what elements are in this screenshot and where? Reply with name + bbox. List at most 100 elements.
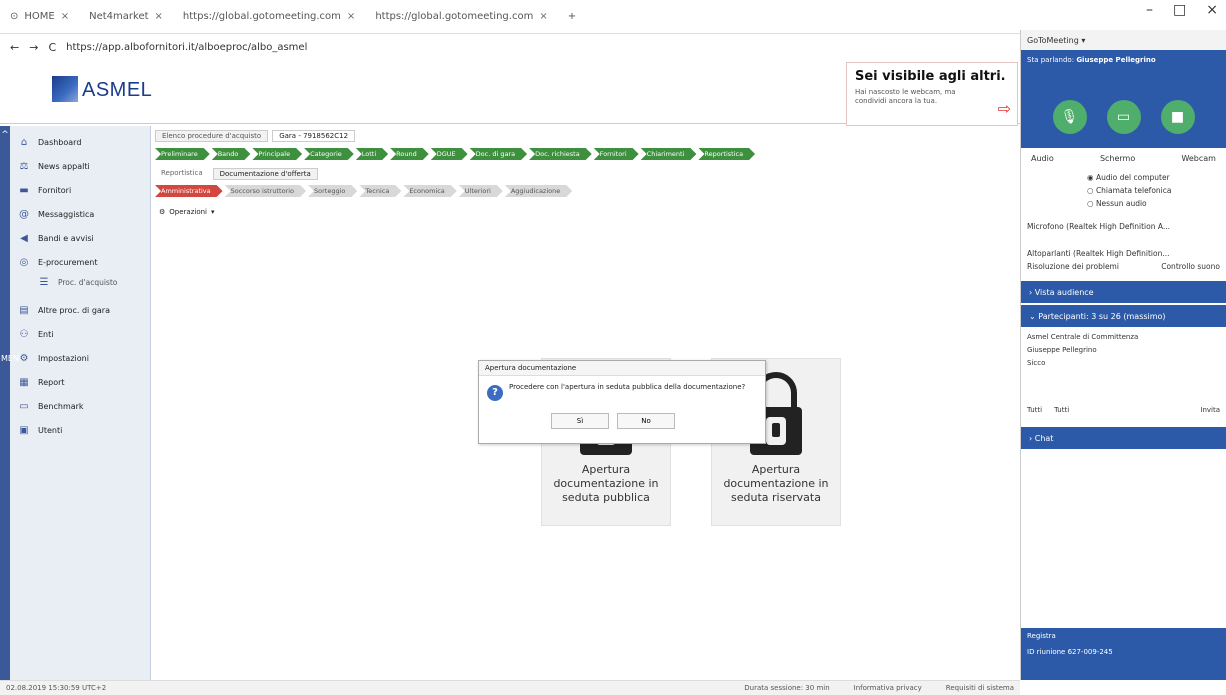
home-icon: ⌂ (20, 136, 28, 148)
filter-all[interactable]: Tutti (1027, 404, 1042, 417)
step-ulteriori[interactable]: Ulteriori (459, 185, 503, 197)
home-icon: ⊙ (10, 11, 19, 22)
record-button[interactable]: Registra (1027, 632, 1220, 640)
close-window-icon[interactable]: × (1206, 2, 1218, 18)
audio-options: ◉ Audio del computer ○ Chiamata telefoni… (1021, 169, 1226, 275)
speaking-now: Sta parlando: Giuseppe Pellegrino (1021, 50, 1226, 86)
sidebar-item-messaggistica[interactable]: @ Messaggistica (10, 204, 150, 224)
step-amministrativa[interactable]: Amministrativa (155, 185, 223, 197)
invite-button[interactable]: Invita (1200, 404, 1220, 417)
section-chat[interactable]: › Chat (1021, 427, 1226, 449)
maximize-icon[interactable]: □ (1173, 2, 1186, 18)
tab-audio[interactable]: Audio (1031, 154, 1054, 163)
yes-button[interactable]: Sì (551, 413, 609, 429)
database-icon: ▤ (19, 304, 29, 316)
sidebar-item-report[interactable]: ▦ Report (10, 372, 150, 392)
browser-tab[interactable]: https://global.gotomeeting.com × (365, 4, 557, 30)
close-icon[interactable]: × (61, 11, 69, 22)
step-tecnica[interactable]: Tecnica (359, 185, 401, 197)
sidebar-subitem-proc-acquisto[interactable]: ☰ Proc. d'acquisto (10, 272, 150, 292)
menu-strip[interactable]: ^ MENU v (0, 126, 25, 692)
close-icon[interactable]: × (539, 11, 547, 22)
browser-tab[interactable]: Net4market × (79, 4, 173, 30)
user-card-icon: ▣ (19, 424, 29, 436)
forward-icon[interactable]: → (29, 41, 38, 54)
sub-tabs: Reportistica Documentazione d'offerta (155, 168, 318, 180)
section-audience[interactable]: › Vista audience (1021, 281, 1226, 303)
step-lotti[interactable]: Lotti (356, 148, 388, 160)
microphone-select[interactable]: Microfono (Realtek High Definition A... (1027, 220, 1220, 233)
new-tab-button[interactable]: + (558, 4, 586, 30)
step-reportistica[interactable]: Reportistica (698, 148, 755, 160)
radio-computer-audio[interactable]: ◉ Audio del computer (1087, 171, 1220, 184)
sidebar-item-impostazioni[interactable]: ⚙ Impostazioni (10, 348, 150, 368)
back-icon[interactable]: ← (10, 41, 19, 54)
section-participants[interactable]: ⌄ Partecipanti: 3 su 26 (massimo) (1021, 305, 1226, 327)
operations-menu[interactable]: ⚙ Operazioni ▾ (159, 208, 215, 216)
tab-documentazione-offerta[interactable]: Documentazione d'offerta (212, 168, 318, 180)
requirements-link[interactable]: Requisiti di sistema (946, 684, 1014, 692)
confirm-dialog: Apertura documentazione ? Procedere con … (478, 360, 766, 444)
gotomeeting-panel: GoToMeeting ▾ Sta parlando: Giuseppe Pel… (1020, 30, 1226, 680)
sidebar-item-bandi[interactable]: ◀ Bandi e avvisi (10, 228, 150, 248)
list-item[interactable]: Giuseppe Pellegrino (1027, 344, 1220, 357)
step-sorteggio[interactable]: Sorteggio (308, 185, 357, 197)
microphone-icon[interactable]: 🎙 (1052, 100, 1087, 134)
troubleshoot-link[interactable]: Risoluzione dei problemi (1027, 260, 1119, 273)
question-icon: ? (487, 385, 503, 401)
step-soccorso[interactable]: Soccorso istruttorio (225, 185, 306, 197)
step-doc-richiesta[interactable]: Doc. richiesta (529, 148, 592, 160)
breadcrumb-item[interactable]: Elenco procedure d'acquisto (155, 130, 269, 142)
at-icon: @ (19, 208, 29, 220)
sound-check-link[interactable]: Controllo suono (1161, 260, 1220, 273)
webcam-icon[interactable]: ■ (1160, 100, 1195, 134)
close-icon[interactable]: × (155, 11, 163, 22)
browser-tabbar: ⊙ HOME × Net4market × https://global.gotome… (0, 0, 1020, 34)
breadcrumb-item-current[interactable]: Gara - 7918562C12 (272, 130, 356, 142)
no-button[interactable]: No (617, 413, 675, 429)
screen-share-icon[interactable]: ▭ (1106, 100, 1141, 134)
privacy-link[interactable]: Informativa privacy (854, 684, 922, 692)
arrow-icon: ⇨ (997, 99, 1011, 118)
scales-icon: ⚖ (19, 160, 29, 172)
step-preliminare[interactable]: Preliminare (155, 148, 210, 160)
step-chiarimenti[interactable]: Chiarimenti (641, 148, 697, 160)
step-aggiudicazione[interactable]: Aggiudicazione (505, 185, 572, 197)
step-bando[interactable]: Bando (212, 148, 251, 160)
gtm-title[interactable]: GoToMeeting ▾ (1021, 30, 1226, 50)
step-categorie[interactable]: Categorie (304, 148, 354, 160)
sidebar-item-benchmark[interactable]: ▭ Benchmark (10, 396, 150, 416)
speaker-select[interactable]: Altoparlanti (Realtek High Definition... (1027, 247, 1220, 260)
tab-schermo[interactable]: Schermo (1100, 154, 1135, 163)
sidebar-item-altre-proc[interactable]: ▤ Altre proc. di gara (10, 300, 150, 320)
step-round[interactable]: Round (390, 148, 429, 160)
procedure-steps: Preliminare Bando Principale Categorie L… (155, 148, 755, 160)
step-principale[interactable]: Principale (252, 148, 302, 160)
sidebar-item-news[interactable]: ⚖ News appalti (10, 156, 150, 176)
browser-tab[interactable]: https://global.gotomeeting.com × (173, 4, 365, 30)
chevron-up-icon[interactable]: ^ (0, 130, 10, 140)
browser-tab[interactable]: ⊙ HOME × (0, 4, 79, 30)
sidebar-item-enti[interactable]: ⚇ Enti (10, 324, 150, 344)
url-field[interactable]: https://app.albofornitori.it/alboeproc/a… (66, 42, 307, 53)
minimize-icon[interactable]: – (1146, 2, 1153, 18)
chart-icon: ▦ (19, 376, 29, 388)
list-item[interactable]: Sicco (1027, 357, 1220, 370)
radio-phone[interactable]: ○ Chiamata telefonica (1087, 184, 1220, 197)
close-icon[interactable]: × (347, 11, 355, 22)
sidebar-item-dashboard[interactable]: ⌂ Dashboard (10, 132, 150, 152)
reload-icon[interactable]: C (48, 41, 56, 54)
step-economica[interactable]: Economica (403, 185, 456, 197)
status-timestamp: 02.08.2019 15:30:59 UTC+2 (6, 684, 107, 692)
tab-webcam[interactable]: Webcam (1181, 154, 1216, 163)
step-doc-gara[interactable]: Doc. di gara (470, 148, 527, 160)
step-dgue[interactable]: DGUE (431, 148, 468, 160)
radio-no-audio[interactable]: ○ Nessun audio (1087, 197, 1220, 210)
step-fornitori[interactable]: Fornitori (594, 148, 639, 160)
filter-all[interactable]: Tutti (1054, 404, 1069, 417)
sidebar-item-utenti[interactable]: ▣ Utenti (10, 420, 150, 440)
list-item[interactable]: Asmel Centrale di Committenza (1027, 331, 1220, 344)
sidebar-item-eprocurement[interactable]: ◎ E-procurement (10, 252, 150, 272)
sidebar-item-fornitori[interactable]: ▬ Fornitori (10, 180, 150, 200)
tab-reportistica[interactable]: Reportistica (155, 168, 209, 180)
